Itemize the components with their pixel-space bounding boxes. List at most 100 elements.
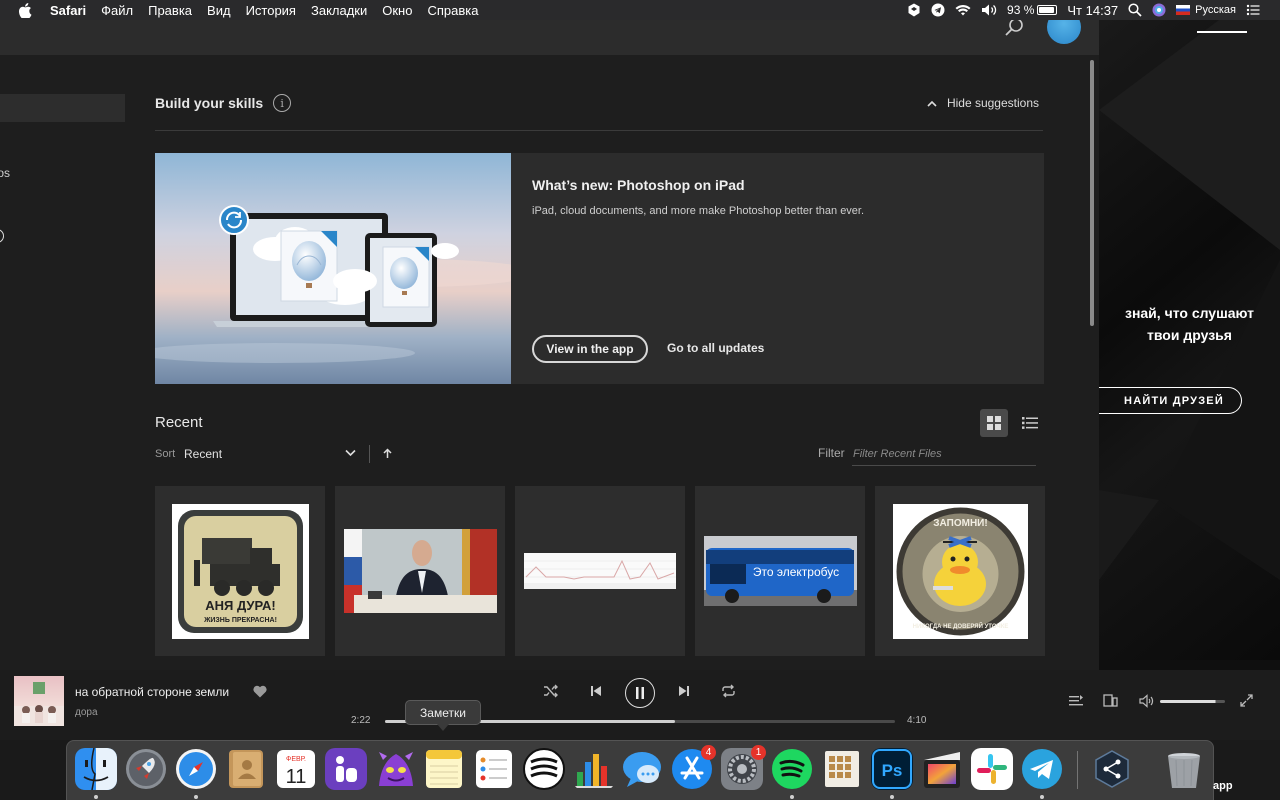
- recent-file-card[interactable]: ЗАПОМНИ! НИКОГДА НЕ ДОВЕРЯЙ УТОЧКЕ: [875, 486, 1045, 656]
- grid-view-button[interactable]: [980, 409, 1008, 437]
- ps-header-bar: [0, 20, 1099, 55]
- russia-flag-icon: [1176, 5, 1191, 15]
- fullscreen-icon[interactable]: [1240, 694, 1253, 707]
- info-icon[interactable]: i: [273, 94, 292, 112]
- hide-suggestions-button[interactable]: Hide suggestions: [927, 96, 1039, 110]
- messages-icon[interactable]: [621, 748, 663, 790]
- trash-icon[interactable]: [1163, 748, 1205, 790]
- sidebar-item-label[interactable]: tos: [0, 166, 10, 180]
- chevron-down-icon[interactable]: [345, 449, 356, 457]
- recent-file-card[interactable]: [335, 486, 505, 656]
- go-to-all-updates-link[interactable]: Go to all updates: [667, 341, 764, 355]
- track-title[interactable]: на обратной стороне земли: [75, 685, 229, 699]
- photoshop-icon[interactable]: Ps: [871, 748, 913, 790]
- spotlight-search-icon[interactable]: [1128, 3, 1142, 17]
- track-artist[interactable]: дора: [75, 707, 98, 718]
- reminders-icon[interactable]: [473, 748, 515, 790]
- dock-separator: [1077, 751, 1078, 789]
- contacts-icon[interactable]: [225, 748, 267, 790]
- numbers-icon[interactable]: [573, 748, 615, 790]
- promo-line-2: твои друзья: [1147, 327, 1232, 343]
- apple-icon[interactable]: [18, 2, 32, 18]
- finder-icon[interactable]: [75, 748, 117, 790]
- devices-icon[interactable]: [1103, 694, 1118, 708]
- slack-icon[interactable]: [971, 748, 1013, 790]
- file-thumbnail: [343, 529, 497, 613]
- list-view-button[interactable]: [1016, 409, 1044, 437]
- patch-text-bottom: НИКОГДА НЕ ДОВЕРЯЙ УТОЧКЕ: [912, 622, 1008, 630]
- recent-file-card[interactable]: Это электробус: [695, 486, 865, 656]
- calendar-month: ФЕВР.: [286, 756, 306, 763]
- view-in-app-button[interactable]: View in the app: [532, 335, 648, 363]
- search-icon[interactable]: [1003, 20, 1025, 42]
- calendar-day: 11: [286, 766, 307, 788]
- spreadsheet-app-icon[interactable]: [821, 748, 863, 790]
- menu-help[interactable]: Справка: [427, 3, 478, 18]
- siri-icon[interactable]: [1152, 3, 1166, 17]
- telegram-tray-icon[interactable]: [931, 3, 945, 17]
- menu-window[interactable]: Окно: [382, 3, 412, 18]
- final-cut-icon[interactable]: [921, 748, 963, 790]
- arrow-up-icon[interactable]: [383, 448, 392, 459]
- scrollbar[interactable]: [1090, 60, 1094, 326]
- running-indicator: [94, 795, 98, 799]
- spotify-icon[interactable]: [771, 748, 813, 790]
- recent-file-card[interactable]: АНЯ ДУРА! ЖИЗНЬ ПРЕКРАСНА!: [155, 486, 325, 656]
- sidebar-add-icon[interactable]: [0, 229, 4, 243]
- volume-icon[interactable]: [1139, 694, 1154, 708]
- calendar-icon[interactable]: ФЕВР. 11: [275, 748, 317, 790]
- pause-button[interactable]: [625, 678, 655, 708]
- running-indicator: [194, 795, 198, 799]
- running-indicator: [1040, 795, 1044, 799]
- input-source-menu[interactable]: Русская: [1176, 4, 1236, 16]
- notification-center-icon[interactable]: [1246, 3, 1260, 17]
- shield-icon[interactable]: [907, 3, 921, 17]
- bus-text: Это электробус: [752, 565, 838, 579]
- heart-icon[interactable]: [253, 685, 267, 698]
- music-player-bar: на обратной стороне земли дора 2:22 4:10: [0, 670, 1280, 740]
- menu-bookmarks[interactable]: Закладки: [311, 3, 367, 18]
- messenger-app-icon[interactable]: [325, 748, 367, 790]
- ball-app-icon[interactable]: [523, 748, 565, 790]
- divider: [155, 130, 1043, 131]
- safari-icon[interactable]: [175, 748, 217, 790]
- recent-file-card[interactable]: [515, 486, 685, 656]
- album-cover[interactable]: [14, 676, 64, 726]
- dock-edge-label: app: [1213, 780, 1233, 792]
- telegram-icon[interactable]: [1021, 748, 1063, 790]
- whats-new-card: What’s new: Photoshop on iPad iPad, clou…: [155, 153, 1044, 384]
- next-track-icon[interactable]: [677, 684, 691, 698]
- find-friends-button[interactable]: НАЙТИ ДРУЗЕЙ: [1099, 387, 1242, 414]
- battery-indicator[interactable]: 93 %: [1007, 3, 1058, 17]
- launchpad-icon[interactable]: [125, 748, 167, 790]
- shuffle-icon[interactable]: [543, 684, 559, 698]
- volume-slider[interactable]: [1160, 700, 1225, 703]
- clock[interactable]: Чт 14:37: [1067, 3, 1118, 18]
- music-app-background: знай, что слушают твои друзья НАЙТИ ДРУЗ…: [1099, 20, 1280, 660]
- menu-app-name[interactable]: Safari: [50, 3, 86, 18]
- menu-view[interactable]: Вид: [207, 3, 231, 18]
- volume-tray-icon[interactable]: [981, 3, 997, 17]
- menu-edit[interactable]: Правка: [148, 3, 192, 18]
- downloads-stack-icon[interactable]: [1091, 748, 1133, 790]
- user-avatar[interactable]: [1047, 20, 1081, 44]
- queue-icon[interactable]: [1069, 695, 1083, 707]
- feature-title: What’s new: Photoshop on iPad: [532, 177, 745, 193]
- previous-track-icon[interactable]: [589, 684, 603, 698]
- notes-icon[interactable]: [423, 748, 465, 790]
- active-tab-indicator: [1197, 31, 1247, 33]
- sort-dropdown[interactable]: Recent: [184, 447, 222, 461]
- filter-input[interactable]: [852, 442, 1036, 466]
- time-elapsed: 2:22: [351, 715, 371, 726]
- sidebar-item-selected[interactable]: [0, 94, 125, 122]
- feature-illustration[interactable]: [155, 153, 511, 384]
- menu-file[interactable]: Файл: [101, 3, 133, 18]
- purple-monster-app-icon[interactable]: [375, 748, 417, 790]
- dock-tooltip: Заметки: [405, 700, 481, 731]
- file-thumbnail: ЗАПОМНИ! НИКОГДА НЕ ДОВЕРЯЙ УТОЧКЕ: [892, 503, 1028, 639]
- wifi-icon[interactable]: [955, 3, 971, 17]
- menu-history[interactable]: История: [246, 3, 296, 18]
- hide-suggestions-label: Hide suggestions: [946, 96, 1039, 110]
- repeat-icon[interactable]: [721, 684, 736, 698]
- patch-text-1: АНЯ ДУРА!: [205, 598, 275, 613]
